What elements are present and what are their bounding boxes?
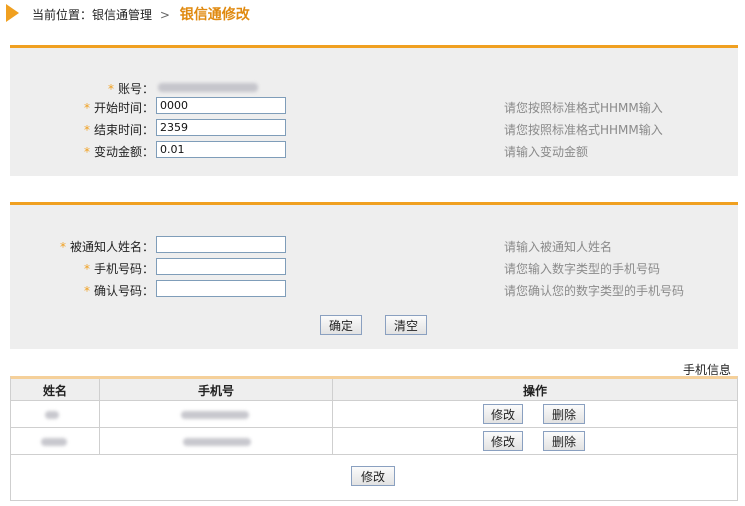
required-star: * [83, 284, 90, 298]
amount-input[interactable] [156, 141, 286, 158]
end-time-input[interactable] [156, 119, 286, 136]
row-edit-button[interactable]: 修改 [483, 404, 523, 424]
row-delete-button[interactable]: 删除 [543, 404, 585, 424]
breadcrumb-prefix: 当前位置：银信通管理 [32, 8, 153, 22]
breadcrumb-arrow-icon [6, 4, 19, 22]
notify-name-label: 被通知人姓名： [69, 240, 154, 254]
required-star: * [83, 101, 90, 115]
confirm-phone-input[interactable] [156, 280, 286, 297]
row-delete-button[interactable]: 删除 [543, 431, 585, 451]
amount-hint: 请输入变动金额 [504, 145, 589, 159]
notify-panel: * 被通知人姓名： 请输入被通知人姓名 * 手机号码： 请您输入数字类型的手机号码 … [10, 202, 738, 349]
amount-label: 变动金额： [93, 145, 154, 159]
notify-name-hint: 请输入被通知人姓名 [504, 240, 613, 254]
phone-row: * 手机号码： 请您输入数字类型的手机号码 [10, 258, 738, 278]
breadcrumb: 当前位置：银信通管理 > 银信通修改 [0, 0, 745, 24]
account-label: 账号： [117, 82, 154, 96]
required-star: * [83, 262, 90, 276]
confirm-button[interactable]: 确定 [320, 315, 362, 335]
notify-name-row: * 被通知人姓名： 请输入被通知人姓名 [10, 236, 738, 256]
modify-button[interactable]: 修改 [351, 466, 395, 486]
breadcrumb-separator: > [159, 8, 170, 22]
notify-name-input[interactable] [156, 236, 286, 253]
required-star: * [107, 82, 114, 96]
start-time-input[interactable] [156, 97, 286, 114]
confirm-phone-label: 确认号码： [93, 284, 154, 298]
table-row: 修改 删除 [11, 402, 737, 428]
page-title: 银信通修改 [179, 7, 250, 23]
confirm-phone-row: * 确认号码： 请您确认您的数字类型的手机号码 [10, 280, 738, 300]
phone-label: 手机号码： [93, 262, 154, 276]
row-name-value [41, 438, 67, 446]
header-actions: 操作 [522, 384, 547, 398]
confirm-phone-hint: 请您确认您的数字类型的手机号码 [504, 284, 685, 298]
required-star: * [83, 123, 90, 137]
start-time-label: 开始时间： [93, 101, 154, 115]
end-time-label: 结束时间： [93, 123, 154, 137]
end-time-row: *结束时间： 请您按照标准格式HHMM输入 [10, 119, 738, 139]
row-edit-button[interactable]: 修改 [483, 431, 523, 451]
account-row: * 账号： [10, 78, 738, 98]
header-name: 姓名 [42, 384, 67, 398]
account-value [158, 83, 258, 92]
phone-table: 姓名 手机号 操作 修改 删除 修改 删除 修改 [10, 376, 738, 501]
header-phone: 手机号 [197, 384, 234, 398]
settings-panel: *账号： *开始时间： 请您按照标准格式HHMM输入 *结束时间： 请您按照标准… [10, 45, 738, 176]
phone-input[interactable] [156, 258, 286, 275]
row-name-value [45, 411, 59, 419]
phone-hint: 请您输入数字类型的手机号码 [504, 262, 661, 276]
row-phone-value [183, 438, 251, 446]
start-time-row: *开始时间： 请您按照标准格式HHMM输入 [10, 97, 738, 117]
table-header: 姓名 手机号 操作 [11, 379, 737, 401]
clear-button[interactable]: 清空 [385, 315, 427, 335]
amount-row: *变动金额： 请输入变动金额 [10, 141, 738, 161]
required-star: * [59, 240, 66, 254]
required-star: * [83, 145, 90, 159]
start-time-hint: 请您按照标准格式HHMM输入 [504, 101, 663, 115]
end-time-hint: 请您按照标准格式HHMM输入 [504, 123, 663, 137]
row-phone-value [181, 411, 249, 419]
table-row: 修改 删除 [11, 429, 737, 455]
